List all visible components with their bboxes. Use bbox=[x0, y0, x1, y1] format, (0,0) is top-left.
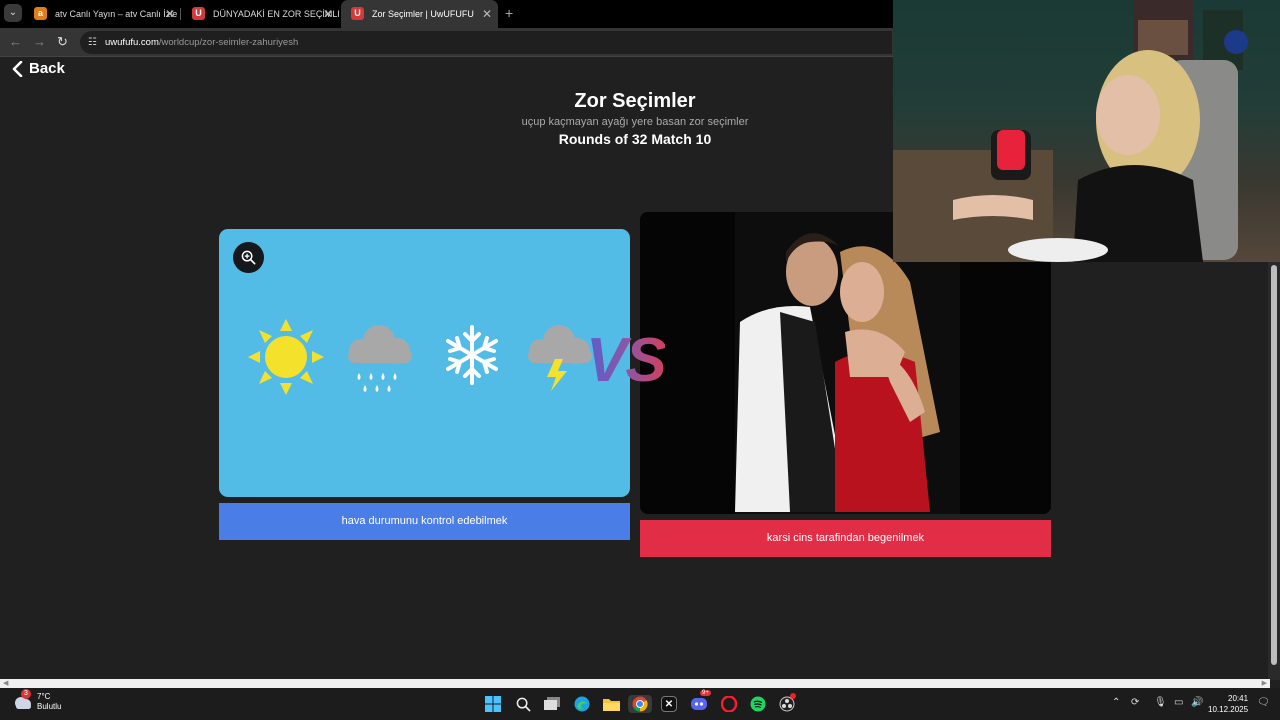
reload-icon[interactable]: ↻ bbox=[57, 34, 68, 50]
weather-desc: Bulutlu bbox=[37, 702, 62, 711]
spotify-icon[interactable] bbox=[749, 695, 767, 713]
start-icon[interactable] bbox=[484, 695, 502, 713]
close-icon[interactable]: ✕ bbox=[482, 0, 492, 28]
task-view-icon[interactable] bbox=[543, 695, 561, 713]
horizontal-scrollbar[interactable]: ◀ ▶ bbox=[0, 679, 1270, 688]
uwufufu-favicon-icon: U bbox=[351, 7, 364, 20]
vertical-scrollbar-thumb[interactable] bbox=[1271, 265, 1277, 665]
back-button[interactable]: Back bbox=[12, 60, 65, 77]
tab-label: DÜNYADAKİ EN ZOR SEÇİMLER bbox=[213, 9, 339, 19]
address-bar[interactable]: ☷ uwufufu.com/worldcup/zor-seimler-zahur… bbox=[80, 31, 892, 54]
network-icon[interactable]: ▭ bbox=[1174, 697, 1183, 708]
weather-widget[interactable]: 3 7°C Bulutlu bbox=[12, 689, 62, 712]
right-choice-button[interactable]: karsi cins tarafindan begenilmek bbox=[640, 520, 1051, 557]
back-label: Back bbox=[29, 60, 65, 77]
clock-date: 10.12.2025 bbox=[1208, 705, 1249, 714]
left-choice-image[interactable] bbox=[219, 229, 630, 497]
windows-taskbar: 3 7°C Bulutlu ✕ 9+ ⌃ ⟳ 🎙 ▭ 🔊 20:41 10.12… bbox=[0, 688, 1280, 720]
uwufufu-favicon-icon: U bbox=[192, 7, 205, 20]
webcam-overlay bbox=[893, 0, 1280, 262]
discord-icon[interactable]: 9+ bbox=[690, 690, 711, 713]
sync-icon[interactable]: ⟳ bbox=[1131, 697, 1139, 708]
streamer-webcam-feed bbox=[893, 0, 1248, 262]
url-host: uwufufu.com bbox=[105, 37, 159, 48]
show-hidden-icons-chevron-icon[interactable]: ⌃ bbox=[1112, 697, 1120, 708]
weather-badge: 3 bbox=[21, 689, 31, 699]
chrome-icon[interactable] bbox=[628, 695, 652, 713]
weather-temp: 7°C bbox=[37, 692, 51, 701]
obs-icon[interactable] bbox=[778, 693, 796, 713]
volume-icon[interactable]: 🔊 bbox=[1191, 697, 1203, 708]
back-arrow-icon[interactable]: ← bbox=[9, 34, 22, 49]
notification-dot bbox=[790, 693, 796, 699]
discord-badge: 9+ bbox=[700, 690, 711, 696]
forward-arrow-icon[interactable]: → bbox=[33, 34, 46, 49]
tab-search-chevron-icon[interactable]: ⌄ bbox=[4, 4, 22, 22]
weather-icons-illustration bbox=[248, 319, 592, 395]
opera-icon[interactable] bbox=[720, 695, 738, 713]
site-settings-icon[interactable]: ☷ bbox=[88, 31, 97, 54]
search-icon[interactable] bbox=[514, 695, 532, 713]
tab-atv[interactable]: a atv Canlı Yayın – atv Canlı İzle - ✕ bbox=[24, 0, 181, 28]
x-app-icon[interactable]: ✕ bbox=[661, 696, 677, 712]
browser-toolbar: ← → ↻ ☷ uwufufu.com/worldcup/zor-seimler… bbox=[0, 28, 893, 57]
url-path: /worldcup/zor-seimler-zahuriyesh bbox=[158, 37, 299, 48]
versus-label: VS bbox=[586, 326, 667, 395]
rain-cloud-icon bbox=[348, 325, 412, 392]
snowflake-icon bbox=[446, 325, 498, 385]
close-icon[interactable]: ✕ bbox=[165, 0, 175, 28]
chevron-left-icon bbox=[12, 60, 23, 77]
cloud-icon: 3 bbox=[12, 689, 32, 711]
edge-icon[interactable] bbox=[573, 695, 591, 713]
tab-zor-secimler[interactable]: U Zor Seçimler | UwUFUFU ✕ bbox=[341, 0, 498, 28]
clock-time: 20:41 bbox=[1228, 694, 1249, 703]
storm-cloud-icon bbox=[528, 325, 592, 391]
file-explorer-icon[interactable] bbox=[602, 695, 620, 713]
microphone-icon[interactable]: 🎙 bbox=[1154, 697, 1167, 708]
tab-strip: ⌄ a atv Canlı Yayın – atv Canlı İzle - ✕… bbox=[0, 0, 893, 28]
notifications-icon[interactable]: 🗨 bbox=[1257, 697, 1270, 708]
tab-dunyadaki[interactable]: U DÜNYADAKİ EN ZOR SEÇİMLER ✕ bbox=[182, 0, 339, 28]
scroll-right-icon[interactable]: ▶ bbox=[1262, 679, 1267, 687]
scroll-left-icon[interactable]: ◀ bbox=[3, 679, 8, 687]
sun-icon bbox=[248, 319, 324, 395]
close-icon[interactable]: ✕ bbox=[323, 0, 333, 28]
system-clock[interactable]: 20:41 10.12.2025 bbox=[1208, 693, 1248, 715]
left-choice-button[interactable]: hava durumunu kontrol edebilmek bbox=[219, 503, 630, 540]
atv-favicon-icon: a bbox=[34, 7, 47, 20]
tab-label: atv Canlı Yayın – atv Canlı İzle - bbox=[55, 9, 181, 19]
new-tab-icon[interactable]: + bbox=[505, 5, 513, 21]
tab-label: Zor Seçimler | UwUFUFU bbox=[372, 9, 474, 19]
